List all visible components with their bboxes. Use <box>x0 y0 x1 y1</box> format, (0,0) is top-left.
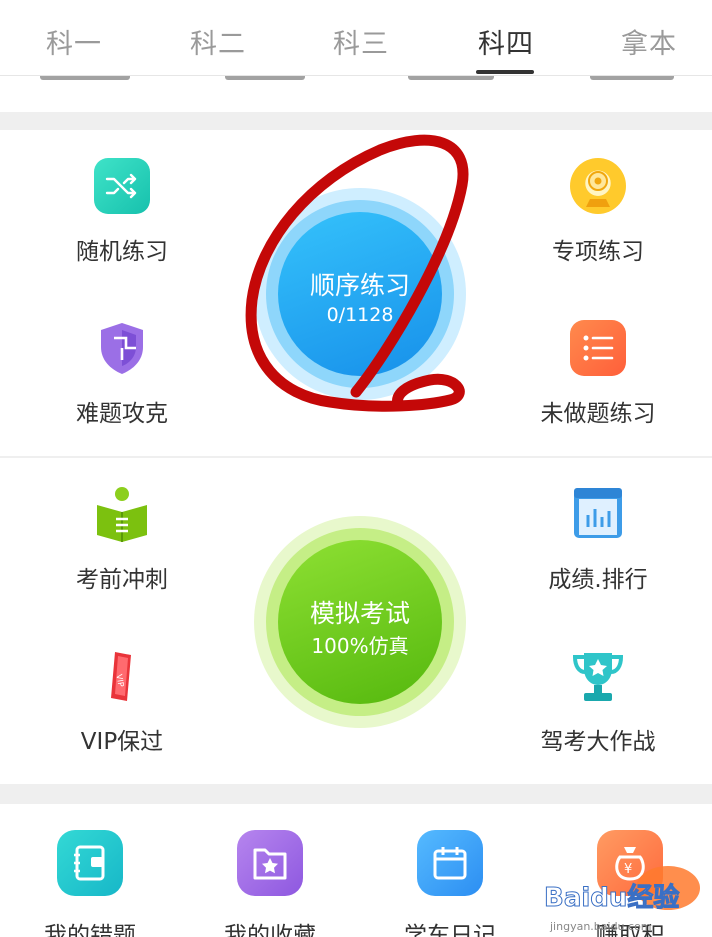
webcam-icon <box>570 158 626 214</box>
notebook-icon <box>57 830 123 896</box>
subject-tab-bar: 科一 科二 科三 科四 拿本 <box>0 0 712 76</box>
star-folder-icon <box>237 830 303 896</box>
vip-card-icon: VIP <box>94 648 150 704</box>
mock-exam-title: 模拟考试 <box>309 599 410 628</box>
undone-practice-label: 未做题练习 <box>540 401 656 427</box>
random-practice-button[interactable]: 随机练习 <box>32 158 212 266</box>
difficult-questions-button[interactable]: 难题攻克 <box>32 320 212 428</box>
my-favorites-button[interactable]: 我的收藏 <box>210 830 330 937</box>
tab-subject-1[interactable]: 科一 <box>46 22 102 61</box>
tab-subject-4[interactable]: 科四 <box>478 22 534 61</box>
driving-battle-label: 驾考大作战 <box>540 729 656 755</box>
driving-diary-label: 学车日记 <box>404 923 496 937</box>
difficult-questions-label: 难题攻克 <box>76 401 168 427</box>
baidu-jingyan-watermark: Baidu经验 jingyan.baidu.com <box>540 862 710 937</box>
my-favorites-label: 我的收藏 <box>224 923 316 937</box>
shield-icon <box>94 320 150 376</box>
pre-exam-sprint-button[interactable]: 考前冲刺 <box>32 486 212 594</box>
my-wrong-questions-label: 我的错题 <box>44 923 136 937</box>
list-icon <box>570 320 626 376</box>
book-reader-icon <box>94 486 150 542</box>
undone-practice-button[interactable]: 未做题练习 <box>508 320 688 428</box>
vip-pass-label: VIP保过 <box>80 729 164 755</box>
random-practice-label: 随机练习 <box>76 239 168 265</box>
shuffle-icon <box>94 158 150 214</box>
sequence-practice-title: 顺序练习 <box>309 271 410 300</box>
tab-subject-2[interactable]: 科二 <box>190 22 246 61</box>
trophy-icon <box>570 648 626 704</box>
tab-subject-3[interactable]: 科三 <box>333 22 389 61</box>
my-wrong-questions-button[interactable]: 我的错题 <box>30 830 150 937</box>
special-practice-button[interactable]: 专项练习 <box>508 158 688 266</box>
active-tab-indicator <box>476 70 534 74</box>
bar-chart-book-icon <box>570 486 626 542</box>
driving-battle-button[interactable]: 驾考大作战 <box>508 648 688 756</box>
driving-diary-button[interactable]: 学车日记 <box>390 830 510 937</box>
mock-exam-button[interactable]: 模拟考试 100%仿真 <box>254 516 466 728</box>
score-ranking-button[interactable]: 成绩.排行 <box>508 486 688 594</box>
special-practice-label: 专项练习 <box>552 239 644 265</box>
exam-card: 考前冲刺 成绩.排行 VIP VIP保过 驾考大作战 模拟考试 100%仿真 <box>0 458 712 784</box>
calendar-icon <box>417 830 483 896</box>
sequence-practice-button[interactable]: 顺序练习 0/1128 <box>254 188 466 400</box>
mock-exam-subtitle: 100%仿真 <box>311 634 409 658</box>
tab-get-license[interactable]: 拿本 <box>621 22 677 61</box>
pre-exam-sprint-label: 考前冲刺 <box>76 567 168 593</box>
svg-text:Baidu经验: Baidu经验 <box>544 882 679 913</box>
svg-text:jingyan.baidu.com: jingyan.baidu.com <box>549 920 652 933</box>
practice-card: 随机练习 专项练习 难题攻克 未做题练习 顺序练习 0/1128 <box>0 130 712 456</box>
score-ranking-label: 成绩.排行 <box>548 567 648 593</box>
vip-pass-button[interactable]: VIP VIP保过 <box>32 648 212 756</box>
sequence-practice-progress: 0/1128 <box>326 304 394 326</box>
app-screen: 科一 科二 科三 科四 拿本 随机练习 专项练习 难题攻克 未做题练习 顺序练习… <box>0 0 712 937</box>
scrolled-content-strip <box>0 76 712 112</box>
